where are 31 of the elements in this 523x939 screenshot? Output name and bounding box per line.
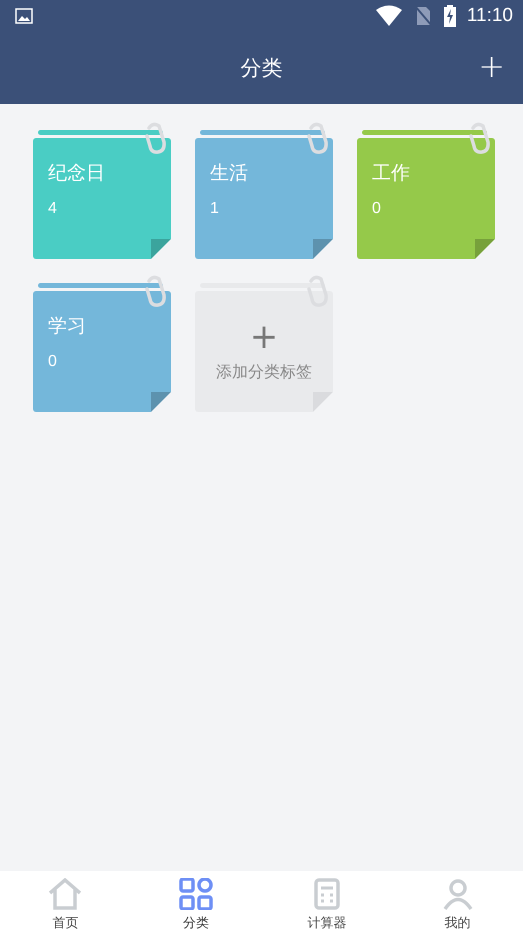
category-name: 学习	[48, 314, 87, 339]
add-category-card[interactable]: + 添加分类标签	[195, 291, 333, 412]
category-count: 1	[210, 200, 220, 218]
category-name: 生活	[210, 161, 249, 186]
add-button[interactable]: +	[474, 46, 509, 86]
page-title: 分类	[240, 55, 282, 82]
category-name: 纪念日	[48, 161, 106, 186]
folded-corner	[151, 239, 171, 259]
image-icon	[15, 8, 33, 24]
folded-corner	[475, 239, 495, 259]
nav-tab[interactable]: 计算器	[262, 871, 392, 939]
nav-tab[interactable]: 分类	[130, 871, 262, 939]
folded-corner	[313, 392, 333, 412]
home-icon	[48, 878, 82, 910]
grid-icon	[179, 878, 214, 910]
category-count: 4	[48, 200, 58, 218]
paperclip-icon	[467, 122, 491, 156]
status-time: 11:10	[466, 5, 513, 27]
folded-corner	[313, 239, 333, 259]
nav-tab[interactable]: 我的	[392, 871, 523, 939]
category-count: 0	[372, 200, 382, 218]
category-count: 0	[48, 353, 58, 371]
paperclip-icon	[143, 275, 167, 309]
paperclip-icon	[143, 122, 167, 156]
battery-charging-icon	[442, 4, 457, 28]
wifi-icon	[374, 5, 403, 27]
nav-tab[interactable]: 首页	[0, 871, 131, 939]
category-name: 工作	[372, 161, 411, 186]
folded-corner	[151, 392, 171, 412]
person-icon	[440, 878, 475, 910]
paperclip-icon	[305, 122, 329, 156]
